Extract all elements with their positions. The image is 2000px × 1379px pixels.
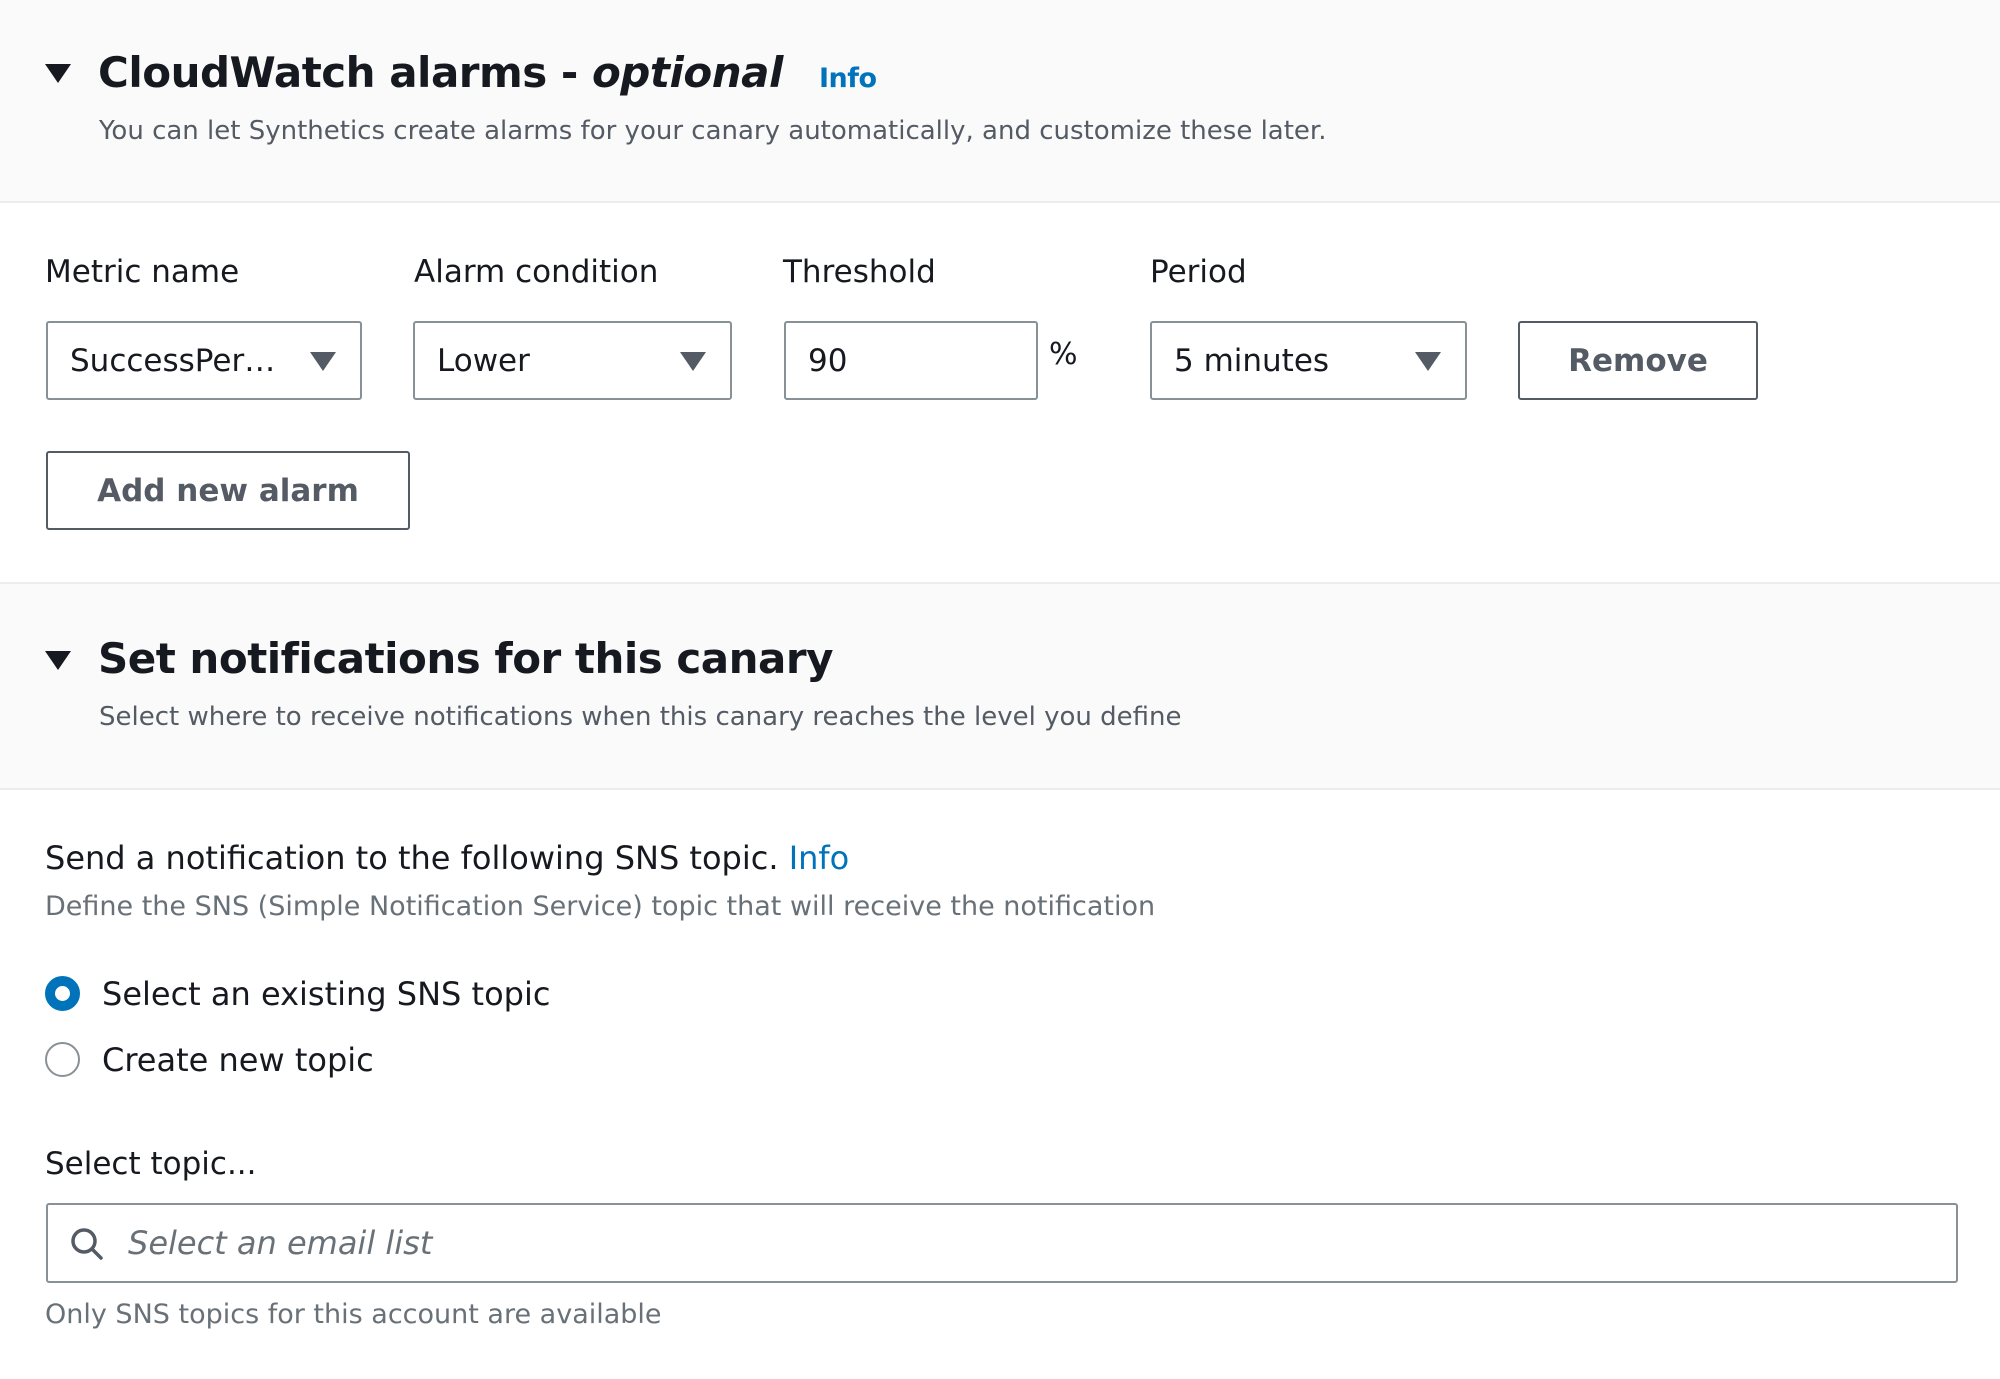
topic-search-input[interactable]: Select an email list (46, 1203, 1958, 1283)
radio-create-topic[interactable]: Create new topic (45, 1042, 745, 1082)
period-select[interactable]: 5 minutes (1150, 321, 1467, 400)
notifications-section-title: Set notifications for this canary (98, 634, 833, 683)
alarms-title-optional: optional (591, 48, 783, 97)
sns-topic-label-text: Send a notification to the following SNS… (45, 839, 779, 877)
alarms-section-header (0, 0, 2000, 203)
alarm-condition-label: Alarm condition (414, 254, 659, 290)
alarms-section-description: You can let Synthetics create alarms for… (99, 116, 1327, 146)
collapse-caret-icon[interactable] (45, 64, 71, 83)
threshold-value: 90 (808, 342, 848, 379)
notifications-section-description: Select where to receive notifications wh… (99, 702, 1182, 732)
dropdown-caret-icon (680, 351, 706, 371)
topic-hint: Only SNS topics for this account are ava… (45, 1299, 662, 1330)
threshold-label: Threshold (783, 254, 936, 290)
sns-info-link[interactable]: Info (789, 839, 850, 877)
threshold-unit: % (1049, 337, 1078, 372)
collapse-caret-icon[interactable] (45, 651, 71, 670)
threshold-input[interactable]: 90 (784, 321, 1038, 400)
alarms-title-text: CloudWatch alarms - (98, 48, 592, 97)
radio-existing-topic-label: Select an existing SNS topic (102, 975, 551, 1013)
metric-name-value: SuccessPer… (70, 342, 276, 379)
alarms-info-link[interactable]: Info (819, 63, 877, 94)
metric-name-select[interactable]: SuccessPer… (46, 321, 362, 400)
search-icon (71, 1228, 103, 1260)
topic-search-placeholder: Select an email list (128, 1224, 433, 1262)
period-label: Period (1150, 254, 1247, 290)
remove-alarm-button[interactable]: Remove (1518, 321, 1758, 400)
dropdown-caret-icon (310, 351, 336, 371)
select-topic-label: Select topic... (45, 1146, 257, 1182)
radio-existing-topic[interactable]: Select an existing SNS topic (45, 976, 745, 1016)
metric-name-label: Metric name (45, 254, 240, 290)
notifications-section-header (0, 582, 2000, 790)
dropdown-caret-icon (1415, 351, 1441, 371)
sns-topic-label: Send a notification to the following SNS… (45, 842, 849, 874)
radio-create-topic-label: Create new topic (102, 1041, 374, 1079)
alarm-condition-select[interactable]: Lower (413, 321, 732, 400)
radio-unselected-icon[interactable] (45, 1042, 80, 1077)
sns-topic-description: Define the SNS (Simple Notification Serv… (45, 891, 1156, 922)
period-value: 5 minutes (1174, 342, 1330, 379)
alarm-condition-value: Lower (437, 342, 530, 379)
add-new-alarm-button[interactable]: Add new alarm (46, 451, 410, 530)
alarms-section-title: CloudWatch alarms - optional Info (98, 52, 877, 94)
radio-selected-icon[interactable] (45, 976, 80, 1011)
